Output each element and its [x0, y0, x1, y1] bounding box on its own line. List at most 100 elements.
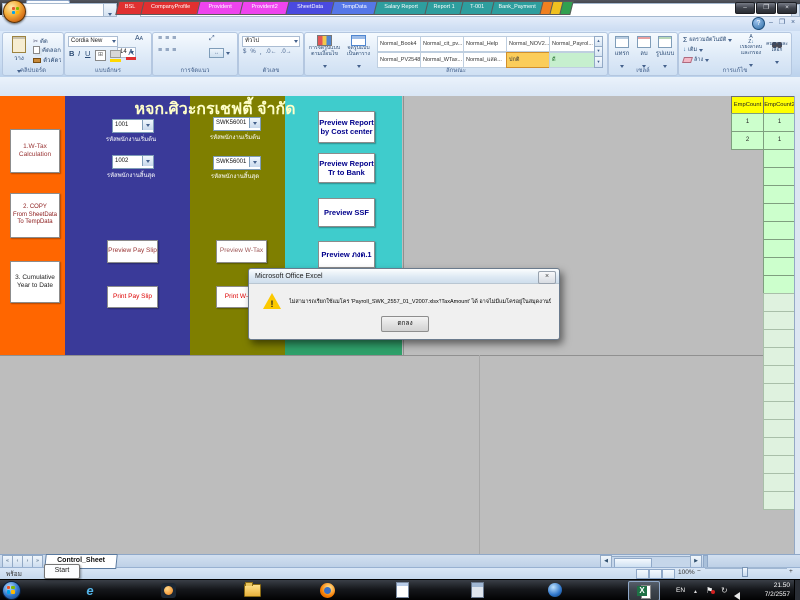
page-layout-view-icon[interactable] — [649, 569, 662, 579]
workbook-close-button[interactable]: × — [788, 18, 798, 27]
empcount2-empty-cell[interactable] — [763, 203, 796, 222]
merge-dropdown-icon[interactable] — [226, 52, 230, 55]
underline-icon[interactable]: U — [85, 49, 90, 58]
border-icon[interactable]: ⊞ — [95, 50, 106, 61]
decrease-decimal-icon[interactable]: .0→ — [281, 49, 292, 56]
restore-button[interactable]: ❐ — [756, 2, 776, 14]
preview-wtax-button[interactable]: Preview W-Tax — [216, 240, 267, 263]
empcount2-faint-cell[interactable] — [763, 455, 796, 474]
format-painter-button[interactable]: ตัวคัดวางรูปแบบ — [33, 56, 61, 64]
preview-payslip-button[interactable]: Preview Pay Slip — [107, 240, 158, 263]
sheet-tab[interactable]: Bank_Payment — [490, 1, 543, 15]
empcount2-empty-cell[interactable] — [763, 221, 796, 240]
dropdown-arrow-icon[interactable] — [249, 118, 260, 128]
action-center-flag-icon[interactable]: ⚑ — [706, 586, 713, 595]
currency-icon[interactable]: $ — [243, 49, 246, 56]
start-button[interactable] — [1, 581, 21, 599]
empcount2-faint-cell[interactable] — [763, 473, 796, 492]
preview-pnd1-button[interactable]: Preview ภงด.1 — [318, 241, 375, 268]
copy-button[interactable]: คัดลอก — [33, 46, 61, 54]
empcount2-cell[interactable]: 1 — [763, 131, 796, 150]
vertical-align-icons[interactable]: ≡≡≡ — [158, 35, 179, 42]
preview-report-bank-button[interactable]: Preview Report Tr to Bank — [318, 153, 375, 183]
font-color-icon[interactable]: A — [126, 48, 136, 60]
font-name-combo[interactable]: Cordia New — [68, 36, 118, 47]
office-button[interactable] — [3, 0, 26, 23]
fill-button[interactable]: ↓ เติม — [683, 46, 703, 54]
dialog-close-button[interactable]: × — [538, 271, 556, 284]
percent-icon[interactable]: % — [250, 49, 255, 56]
fill-color-icon[interactable] — [110, 50, 121, 62]
number-format-combo[interactable]: ทั่วไป — [242, 36, 300, 47]
vertical-scrollbar[interactable] — [794, 96, 800, 554]
empcount2-empty-cell[interactable] — [763, 149, 796, 168]
show-desktop-button[interactable] — [794, 580, 800, 600]
explorer-folder-icon[interactable] — [242, 581, 262, 599]
zoom-out-icon[interactable]: − — [697, 568, 701, 575]
preview-ssf-button[interactable]: Preview SSF — [318, 198, 375, 227]
volume-icon[interactable] — [734, 587, 740, 600]
empcount2-empty-cell[interactable] — [763, 257, 796, 276]
sheet-tab[interactable]: Provident — [196, 1, 243, 15]
sheet-tab[interactable]: CompanyProfile — [140, 1, 200, 15]
gallery-up-icon[interactable]: ▲ — [594, 36, 603, 47]
sheet-tab[interactable]: T-001 — [459, 1, 494, 15]
ie-icon[interactable]: e — [80, 581, 100, 599]
zoom-slider-thumb[interactable] — [742, 567, 748, 577]
empcount2-faint-cell[interactable] — [763, 347, 796, 366]
empcount2-empty-cell[interactable] — [763, 275, 796, 294]
minimize-button[interactable]: – — [735, 2, 755, 14]
grow-font-icon[interactable]: AA — [135, 35, 143, 42]
workbook-restore-button[interactable]: ❐ — [777, 18, 787, 27]
wtax-calculation-button[interactable]: 1.W-Tax Calculation — [10, 129, 60, 173]
comma-icon[interactable]: , — [260, 49, 262, 56]
sync-icon[interactable]: ↻ — [721, 586, 728, 595]
sheet-tab[interactable]: Salary Report — [373, 1, 428, 15]
print-payslip-button[interactable]: Print Pay Slip — [107, 286, 158, 308]
empcount2-empty-cell[interactable] — [763, 185, 796, 204]
empcount2-empty-cell[interactable] — [763, 239, 796, 258]
cut-button[interactable]: ✂ ตัด — [33, 37, 48, 45]
sheet-tab[interactable]: Report 1 — [424, 1, 463, 15]
blue-app-icon[interactable] — [545, 581, 565, 599]
sheet-tab[interactable]: Provident2 — [239, 1, 289, 15]
bold-icon[interactable]: B — [69, 49, 74, 58]
style-cell[interactable]: Normal_Book4 — [377, 36, 423, 52]
zoom-in-icon[interactable]: + — [789, 568, 793, 575]
cumulative-ytd-button[interactable]: 3. Cumulative Year to Date — [10, 261, 60, 303]
help-button[interactable]: ? — [752, 17, 765, 30]
empcount2-faint-cell[interactable] — [763, 383, 796, 402]
emp-start-dropdown-olive[interactable]: SWK56001 — [213, 117, 261, 131]
empcount-cell[interactable]: 2 — [731, 131, 764, 150]
empcount2-cell[interactable]: 1 — [763, 113, 796, 132]
normal-view-icon[interactable] — [636, 569, 649, 579]
emp-end-dropdown-olive[interactable]: SWK56001 — [213, 156, 261, 170]
style-cell[interactable]: Normal_Payrol... — [549, 36, 595, 52]
italic-icon[interactable]: I — [78, 49, 80, 58]
emp-start-dropdown-blue[interactable]: 1001 — [112, 119, 154, 133]
empcount2-faint-cell[interactable] — [763, 401, 796, 420]
close-button[interactable]: × — [777, 2, 797, 14]
empcount2-empty-cell[interactable] — [763, 167, 796, 186]
taskbar-clock[interactable]: 21.50 7/2/2557 — [748, 582, 790, 600]
empcount2-faint-cell[interactable] — [763, 311, 796, 330]
calculator-icon[interactable] — [467, 581, 487, 599]
page-break-view-icon[interactable] — [662, 569, 675, 579]
media-player-icon[interactable] — [158, 581, 178, 599]
style-cell[interactable]: Normal_NOV2... — [506, 36, 552, 52]
gallery-down-icon[interactable]: ▼ — [594, 47, 603, 57]
notepad-icon[interactable] — [392, 581, 412, 599]
style-cell[interactable]: Normal_cit_pv... — [420, 36, 466, 52]
increase-decimal-icon[interactable]: .0← — [266, 49, 277, 56]
sheet-tab[interactable]: SheetData — [285, 1, 334, 15]
preview-report-costcenter-button[interactable]: Preview Report by Cost center — [318, 111, 375, 143]
emp-end-dropdown-blue[interactable]: 1002 — [112, 155, 154, 169]
dropdown-arrow-icon[interactable] — [249, 157, 260, 167]
tray-expand-icon[interactable]: ▲ — [693, 589, 698, 595]
language-indicator[interactable]: EN — [676, 587, 685, 594]
workbook-minimize-button[interactable]: – — [766, 18, 776, 27]
empcount2-faint-cell[interactable] — [763, 329, 796, 348]
empcount2-faint-cell[interactable] — [763, 419, 796, 438]
sheet-tab[interactable]: TempData — [330, 1, 377, 15]
horizontal-align-icons[interactable]: ≡≡≡ — [158, 47, 179, 54]
